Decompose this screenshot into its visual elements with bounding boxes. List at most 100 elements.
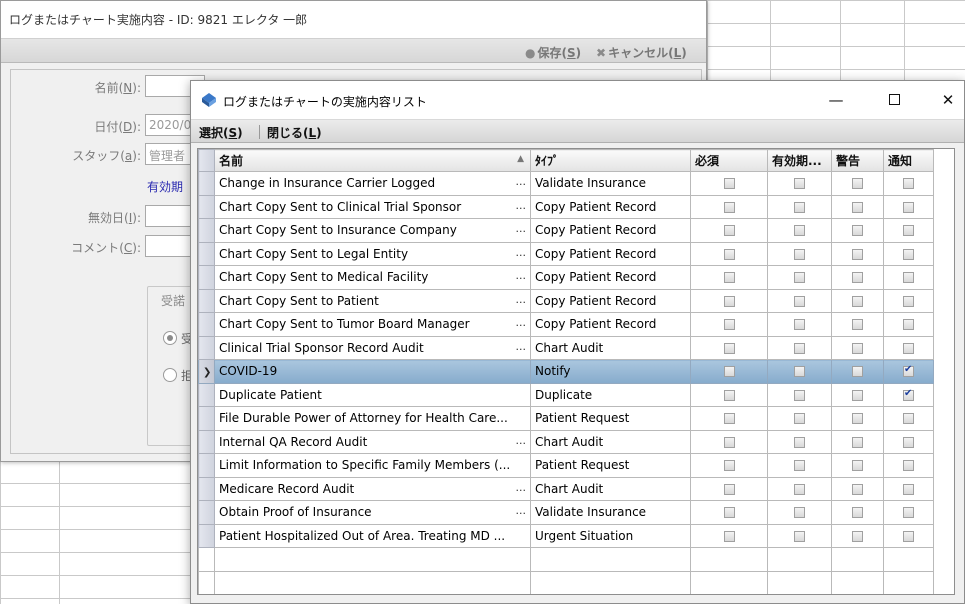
type-cell[interactable]: Copy Patient Record	[530, 241, 691, 266]
name-cell[interactable]: Chart Copy Sent to Tumor Board Manager..…	[214, 312, 531, 337]
row-header[interactable]	[198, 429, 215, 454]
type-cell[interactable]: Validate Insurance	[530, 171, 691, 196]
table-row[interactable]: Clinical Trial Sponsor Record Audit... Ch…	[198, 335, 934, 360]
type-cell[interactable]: Patient Request	[530, 453, 691, 478]
notify-checkbox[interactable]	[903, 178, 914, 190]
expiry-checkbox[interactable]	[794, 342, 805, 354]
row-header[interactable]: ❯	[198, 359, 215, 384]
notify-checkbox[interactable]	[903, 530, 914, 542]
required-checkbox[interactable]	[723, 366, 735, 378]
notify-checkbox[interactable]	[903, 413, 914, 425]
type-cell[interactable]: Chart Audit	[530, 429, 691, 454]
name-cell[interactable]: Obtain Proof of Insurance...	[214, 500, 531, 525]
row-header[interactable]	[198, 241, 215, 266]
name-cell[interactable]: Change in Insurance Carrier Logged...	[214, 171, 531, 196]
row-header[interactable]	[198, 265, 215, 290]
accept-radio[interactable]	[163, 331, 177, 345]
row-header[interactable]	[198, 523, 215, 548]
expiry-checkbox[interactable]	[794, 248, 805, 260]
notify-checkbox[interactable]	[903, 225, 914, 237]
type-cell[interactable]: Urgent Situation	[530, 523, 691, 548]
table-row[interactable]: Chart Copy Sent to Patient... Copy Patien…	[198, 288, 934, 313]
type-cell[interactable]: Copy Patient Record	[530, 265, 691, 290]
row-header[interactable]	[198, 406, 215, 431]
warning-checkbox[interactable]	[852, 483, 863, 495]
row-header[interactable]	[198, 453, 215, 478]
table-row[interactable]: Limit Information to Specific Family Mem…	[198, 453, 934, 478]
expiry-checkbox[interactable]	[794, 483, 805, 495]
save-button[interactable]: ● 保存(S)	[525, 44, 581, 61]
name-cell[interactable]: Clinical Trial Sponsor Record Audit...	[214, 335, 531, 360]
required-checkbox[interactable]	[723, 507, 735, 519]
row-header[interactable]	[198, 194, 215, 219]
type-cell[interactable]: Validate Insurance	[530, 500, 691, 525]
table-row[interactable]: Chart Copy Sent to Medical Facility... Co…	[198, 265, 934, 290]
table-row[interactable]: Medicare Record Audit... Chart Audit	[198, 476, 934, 501]
warning-checkbox[interactable]	[852, 389, 863, 401]
required-checkbox[interactable]	[723, 248, 735, 260]
warning-checkbox[interactable]	[852, 413, 863, 425]
name-cell[interactable]: Chart Copy Sent to Insurance Company...	[214, 218, 531, 243]
name-cell[interactable]: Duplicate Patient	[214, 382, 531, 407]
required-checkbox[interactable]	[723, 295, 735, 307]
row-header[interactable]	[198, 500, 215, 525]
maximize-button[interactable]	[871, 87, 917, 113]
column-header-notify[interactable]: 通知	[883, 149, 934, 172]
expiry-checkbox[interactable]	[794, 201, 805, 213]
warning-checkbox[interactable]	[852, 248, 863, 260]
name-cell[interactable]: Chart Copy Sent to Clinical Trial Sponso…	[214, 194, 531, 219]
row-header[interactable]	[198, 335, 215, 360]
column-header-name[interactable]: 名前 ▲	[214, 149, 531, 172]
name-cell[interactable]: Chart Copy Sent to Legal Entity...	[214, 241, 531, 266]
required-checkbox[interactable]	[723, 460, 735, 472]
notify-checkbox[interactable]	[903, 460, 914, 472]
table-row[interactable]: Patient Hospitalized Out of Area. Treati…	[198, 523, 934, 548]
table-row[interactable]: Duplicate Patient Duplicate	[198, 382, 934, 407]
name-cell[interactable]: Internal QA Record Audit...	[214, 429, 531, 454]
row-header[interactable]	[198, 312, 215, 337]
notify-checkbox[interactable]	[903, 342, 914, 354]
table-row[interactable]: Change in Insurance Carrier Logged... Val…	[198, 171, 934, 196]
notify-checkbox[interactable]	[903, 201, 914, 213]
activity-table-container[interactable]: 名前 ▲ ﾀｲﾌﾟ 必須 有効期... 警告 通知 Change in Insur…	[197, 148, 955, 595]
type-cell[interactable]: Notify	[530, 359, 691, 384]
warning-checkbox[interactable]	[852, 436, 863, 448]
reject-radio[interactable]	[163, 368, 177, 382]
required-checkbox[interactable]	[723, 530, 735, 542]
expiry-checkbox[interactable]	[794, 507, 805, 519]
notify-checkbox[interactable]	[903, 388, 914, 401]
expiry-checkbox[interactable]	[794, 413, 805, 425]
expiry-checkbox[interactable]	[794, 436, 805, 448]
column-header-required[interactable]: 必須	[690, 149, 768, 172]
notify-checkbox[interactable]	[903, 272, 914, 284]
required-checkbox[interactable]	[723, 201, 735, 213]
row-header[interactable]	[198, 171, 215, 196]
warning-checkbox[interactable]	[852, 225, 863, 237]
name-cell[interactable]: Limit Information to Specific Family Mem…	[214, 453, 531, 478]
required-checkbox[interactable]	[723, 413, 735, 425]
warning-checkbox[interactable]	[852, 530, 863, 542]
cancel-button[interactable]: ✖ キャンセル(L)	[596, 44, 687, 61]
expiry-checkbox[interactable]	[794, 530, 805, 542]
expiry-checkbox[interactable]	[794, 366, 805, 378]
notify-checkbox[interactable]	[903, 507, 914, 519]
expiry-checkbox[interactable]	[794, 272, 805, 284]
type-cell[interactable]: Copy Patient Record	[530, 218, 691, 243]
warning-checkbox[interactable]	[852, 342, 863, 354]
required-checkbox[interactable]	[723, 225, 735, 237]
row-header[interactable]	[198, 218, 215, 243]
warning-checkbox[interactable]	[852, 366, 863, 378]
table-row[interactable]: Internal QA Record Audit... Chart Audit	[198, 429, 934, 454]
warning-checkbox[interactable]	[852, 319, 863, 331]
type-cell[interactable]: Copy Patient Record	[530, 194, 691, 219]
column-header-type[interactable]: ﾀｲﾌﾟ	[530, 149, 691, 172]
required-checkbox[interactable]	[723, 342, 735, 354]
type-cell[interactable]: Patient Request	[530, 406, 691, 431]
table-row[interactable]: Obtain Proof of Insurance... Validate Ins…	[198, 500, 934, 525]
expiry-checkbox[interactable]	[794, 319, 805, 331]
expiry-checkbox[interactable]	[794, 178, 805, 190]
required-checkbox[interactable]	[723, 272, 735, 284]
expiry-checkbox[interactable]	[794, 295, 805, 307]
column-header-warning[interactable]: 警告	[831, 149, 884, 172]
expiry-link[interactable]: 有効期	[147, 178, 183, 195]
